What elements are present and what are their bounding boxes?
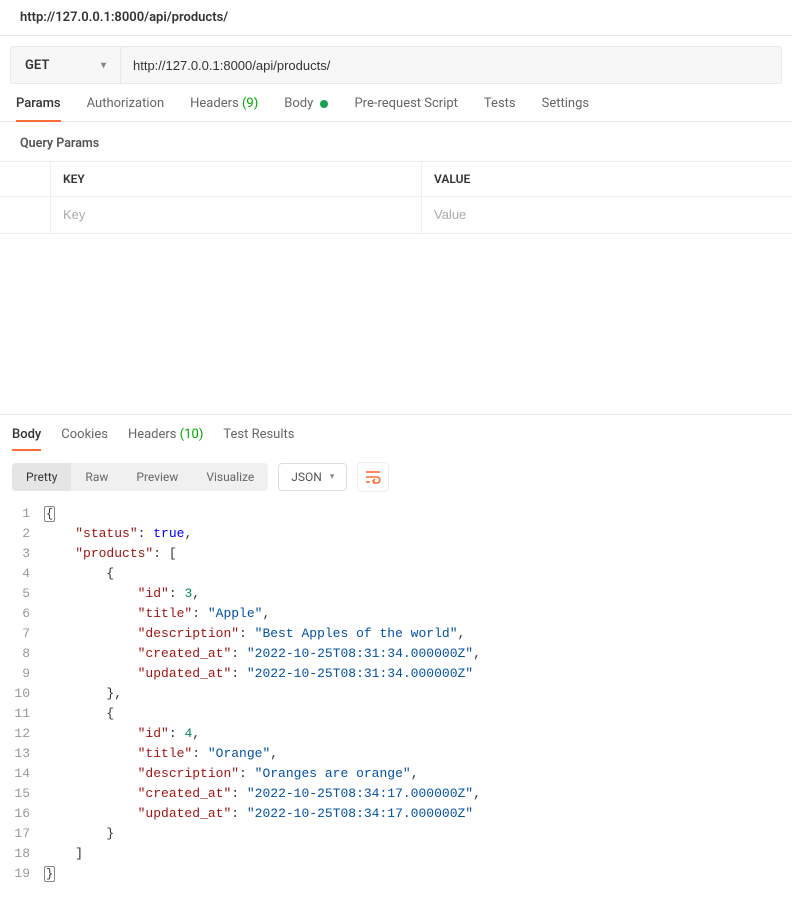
tab-title: http://127.0.0.1:8000/api/products/ <box>0 0 792 36</box>
url-input[interactable] <box>121 47 781 83</box>
column-value: VALUE <box>421 162 792 196</box>
tab-headers-count: (9) <box>242 96 258 111</box>
http-method-label: GET <box>25 58 49 73</box>
format-select[interactable]: JSON ▾ <box>278 463 347 491</box>
dot-icon <box>320 100 328 108</box>
tab-body-label: Body <box>284 96 313 111</box>
view-pretty-button[interactable]: Pretty <box>12 463 71 491</box>
view-raw-button[interactable]: Raw <box>71 463 122 491</box>
code-content[interactable]: { "status": true, "products": [ { "id": … <box>44 504 792 884</box>
response-tabs: Body Cookies Headers (10) Test Results <box>0 415 792 450</box>
tab-tests[interactable]: Tests <box>484 96 516 121</box>
wrap-lines-button[interactable] <box>357 462 389 492</box>
resp-tab-headers[interactable]: Headers (10) <box>128 427 203 450</box>
tab-authorization[interactable]: Authorization <box>87 96 165 121</box>
request-tabs: Params Authorization Headers (9) Body Pr… <box>0 84 792 122</box>
param-value-input[interactable] <box>434 207 780 222</box>
view-preview-button[interactable]: Preview <box>122 463 192 491</box>
resp-tab-body[interactable]: Body <box>12 427 41 450</box>
query-params-row <box>0 196 792 234</box>
view-visualize-button[interactable]: Visualize <box>192 463 268 491</box>
resp-tab-cookies[interactable]: Cookies <box>61 427 108 450</box>
resp-tab-headers-count: (10) <box>180 427 204 442</box>
tab-prerequest[interactable]: Pre-request Script <box>354 96 457 121</box>
chevron-down-icon: ▾ <box>330 472 335 482</box>
request-bar: GET ▾ <box>10 46 782 84</box>
view-group: Pretty Raw Preview Visualize <box>12 463 268 491</box>
resp-tab-headers-label: Headers <box>128 427 177 442</box>
response-body-code: 1 2 3 4 5 6 7 8 9 10 11 12 13 14 15 16 1… <box>0 504 792 904</box>
chevron-down-icon: ▾ <box>101 60 106 71</box>
tab-params[interactable]: Params <box>16 96 61 121</box>
tab-settings[interactable]: Settings <box>542 96 589 121</box>
wrap-icon <box>365 470 381 484</box>
http-method-select[interactable]: GET ▾ <box>11 47 121 83</box>
query-params-header: KEY VALUE <box>0 161 792 196</box>
param-key-input[interactable] <box>63 207 409 222</box>
resp-tab-test-results[interactable]: Test Results <box>223 427 294 450</box>
query-params-title: Query Params <box>0 122 792 161</box>
tab-body[interactable]: Body <box>284 96 328 121</box>
format-label: JSON <box>291 470 322 484</box>
tab-headers[interactable]: Headers (9) <box>190 96 258 121</box>
response-toolbar: Pretty Raw Preview Visualize JSON ▾ <box>0 450 792 504</box>
line-gutter: 1 2 3 4 5 6 7 8 9 10 11 12 13 14 15 16 1… <box>0 504 44 884</box>
tab-headers-label: Headers <box>190 96 239 111</box>
column-key: KEY <box>50 162 421 196</box>
